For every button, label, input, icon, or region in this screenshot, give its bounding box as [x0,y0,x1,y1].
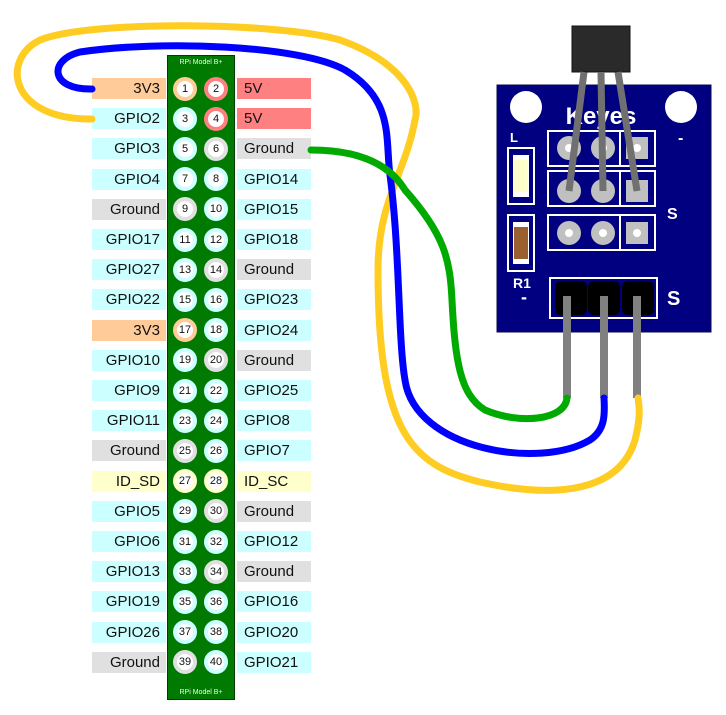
mount-hole-right [665,91,697,123]
sensor-and-wires: Keyes - S L R1 - S [13,22,712,494]
sensor-pin-s-label: S [667,288,680,310]
wiring-diagram: 3V3 5V GPIO2 5V GPIO3 Ground GPIO4 GPIO14 Ground… [0,0,726,715]
sensor-module: Keyes - S L R1 - S [496,25,712,398]
hall-sensor-component [571,25,631,73]
sensor-mark-minus-top: - [678,130,683,147]
resistor-r1 [514,227,528,259]
mount-hole-left [510,91,542,123]
sensor-mark-s: S [667,206,678,223]
led [514,160,528,192]
sensor-pin-minus-label: - [521,287,527,307]
sensor-mark-l: L [510,130,518,145]
